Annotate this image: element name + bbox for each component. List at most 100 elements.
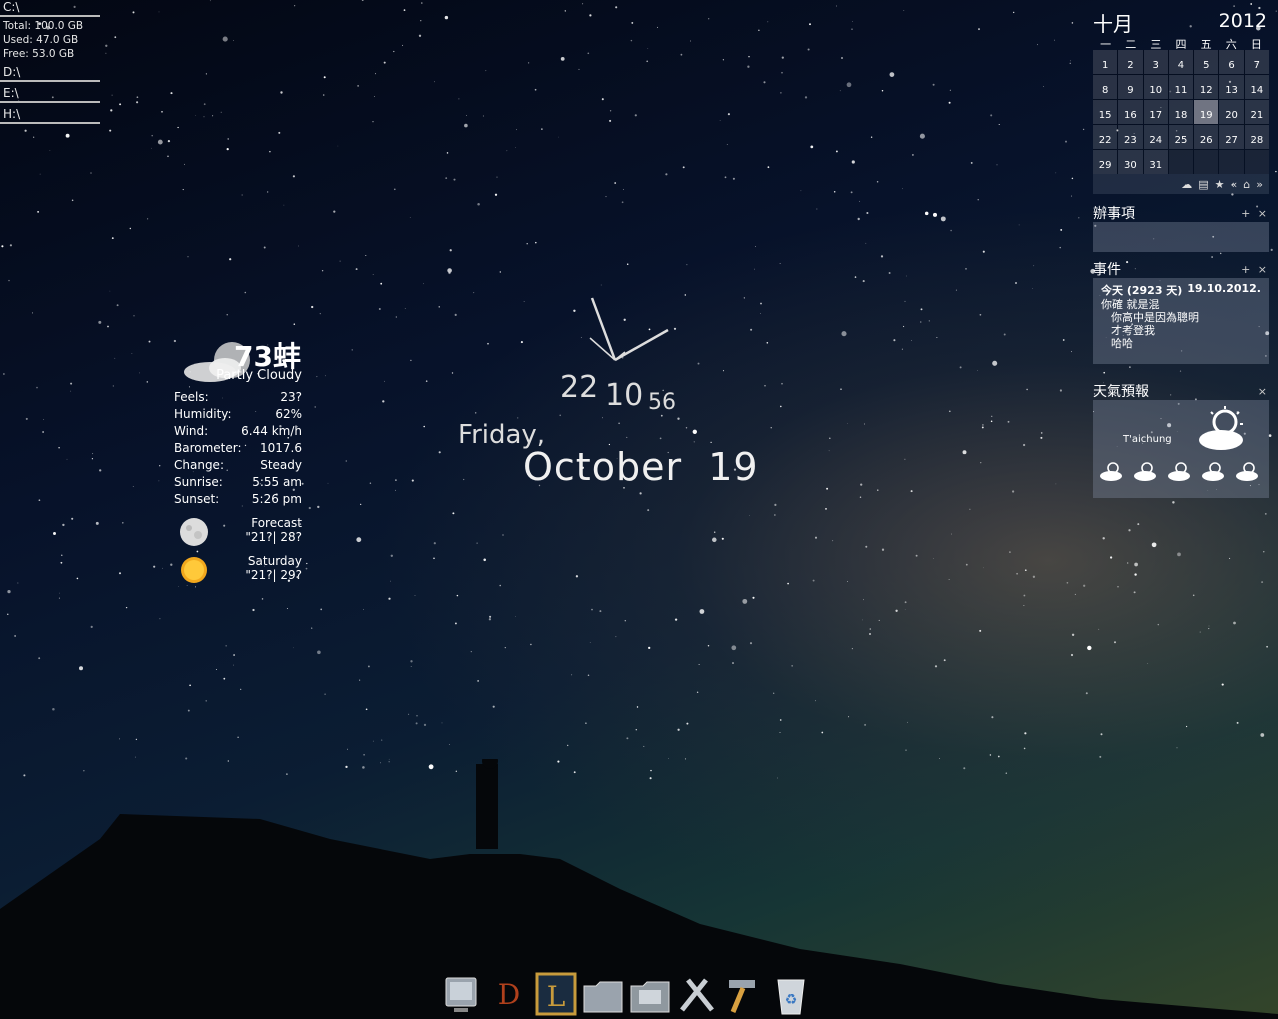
weather-row: Humidity: 62%	[174, 407, 302, 424]
weather-value: Steady	[260, 458, 302, 472]
forecast-panel: 天氣預報 × T'aichung	[1093, 382, 1269, 498]
calendar-tool-icon[interactable]: »	[1256, 178, 1263, 191]
calendar-day[interactable]: 1	[1093, 50, 1118, 74]
folder-icon[interactable]	[581, 971, 624, 1017]
drive-letter: C:\	[3, 0, 20, 14]
calendar-day[interactable]: 8	[1093, 75, 1118, 99]
calendar-day[interactable]: 21	[1244, 100, 1269, 124]
calendar-weekday: 三	[1150, 38, 1162, 51]
calendar-weekday: 六	[1225, 38, 1237, 51]
drive-stat: Free: 53.0 GB	[3, 48, 75, 60]
drive-0: C:\ Total: 100.0 GB Used: 47.0 GB Free: 53.…	[0, 0, 100, 61]
todo-body[interactable]	[1093, 222, 1269, 252]
calendar-day[interactable]: 4	[1168, 50, 1194, 74]
tools-icon[interactable]	[675, 971, 718, 1017]
event-today: 今天 (2923 天)	[1101, 284, 1183, 297]
calendar-tool-icon[interactable]: ★	[1215, 178, 1225, 191]
weather-label: Wind:	[174, 424, 209, 438]
monitor-icon[interactable]	[440, 971, 483, 1017]
calendar-day[interactable]: 9	[1118, 75, 1143, 99]
calendar-day[interactable]: 15	[1093, 100, 1118, 124]
weather-row: Barometer: 1017.6	[174, 441, 302, 458]
calendar-day[interactable]: 11	[1168, 75, 1194, 99]
calendar-day[interactable]: 12	[1194, 75, 1219, 99]
pictures-folder-icon[interactable]	[628, 971, 671, 1017]
diablo-icon[interactable]: D	[487, 971, 530, 1017]
events-title: 事件	[1093, 262, 1121, 278]
calendar-weekday: 四	[1175, 38, 1187, 51]
calendar-tool-icon[interactable]: «	[1231, 178, 1238, 191]
partly-cloudy-mini-icon	[1201, 460, 1226, 486]
forecast-controls[interactable]: ×	[1258, 385, 1269, 398]
partly-cloudy-mini-icon	[1099, 460, 1124, 486]
calendar-tool-icon[interactable]: ▤	[1198, 178, 1208, 191]
calendar-day[interactable]: 26	[1194, 125, 1219, 149]
calendar-day[interactable]: 29	[1093, 150, 1118, 174]
calendar-day[interactable]: 27	[1219, 125, 1244, 149]
svg-text:L: L	[546, 980, 565, 1013]
drive-letter: H:\	[3, 107, 21, 121]
calendar-day[interactable]: 7	[1244, 50, 1269, 74]
weather-value: 6.44 km/h	[241, 424, 302, 438]
drive-stat: Total: 100.0 GB	[3, 20, 84, 32]
drive-letter: D:\	[3, 65, 21, 79]
todo-controls[interactable]: + ×	[1241, 207, 1269, 220]
calendar-month: 十月	[1093, 12, 1133, 36]
calendar-day[interactable]: 20	[1219, 100, 1244, 124]
calendar-day[interactable]: 22	[1093, 125, 1118, 149]
todo-panel: 辦事項 + ×	[1093, 204, 1269, 252]
calendar-weekday: 一	[1100, 38, 1112, 51]
drive-usage-bar	[0, 15, 100, 17]
todo-title: 辦事項	[1093, 206, 1135, 222]
forecast-saturday: Saturday "21?| 29?	[174, 554, 302, 588]
calendar-day[interactable]: 16	[1118, 100, 1143, 124]
forecast-city: T'aichung	[1123, 434, 1172, 445]
application-dock: D L ♻	[440, 965, 812, 1017]
calendar-day[interactable]: 5	[1194, 50, 1219, 74]
calendar-grid: 1 2 3 4 5 6 7 8 9 10 11 12 13 14 15 16 17 18 19 20 21 22 23 24 2…	[1093, 50, 1269, 174]
calendar-day[interactable]: 30	[1118, 150, 1143, 174]
drive-meter: C:\ Total: 100.0 GB Used: 47.0 GB Free: 53.…	[0, 0, 100, 128]
league-icon[interactable]: L	[534, 971, 577, 1017]
calendar-toolbar: ☁ ▤ ★ « ⌂ »	[1093, 174, 1269, 194]
analog-clock	[589, 297, 669, 362]
events-controls[interactable]: + ×	[1241, 263, 1269, 276]
calendar-day[interactable]: 28	[1244, 125, 1269, 149]
clock-hour: 22	[560, 370, 599, 405]
weather-row: Change: Steady	[174, 458, 302, 475]
forecast-today: Forecast "21?| 28?	[174, 516, 302, 550]
event-line: 才考登我	[1111, 324, 1155, 337]
drive-2: E:\	[0, 86, 100, 103]
weather-label: Humidity:	[174, 407, 232, 421]
calendar-day[interactable]: 14	[1244, 75, 1269, 99]
drive-3: H:\	[0, 107, 100, 124]
calendar-day[interactable]: 17	[1143, 100, 1168, 124]
weather-value: 62%	[275, 407, 302, 421]
calendar-day[interactable]: 2	[1118, 50, 1143, 74]
calendar-day[interactable]: 19	[1194, 100, 1219, 124]
date-month-day: October 19	[523, 445, 759, 489]
calendar-day[interactable]: 10	[1143, 75, 1168, 99]
weather-row: Feels: 23?	[174, 390, 302, 407]
calendar-day[interactable]: 31	[1143, 150, 1168, 174]
forecast-temps: "21?| 28?	[245, 530, 302, 544]
calendar-day[interactable]: 25	[1168, 125, 1194, 149]
calendar-day[interactable]: 3	[1143, 50, 1168, 74]
calendar-tool-icon[interactable]: ☁	[1181, 178, 1192, 191]
recycle-bin-icon[interactable]: ♻	[769, 971, 812, 1017]
calendar-day[interactable]: 23	[1118, 125, 1143, 149]
calendar-day[interactable]: 24	[1143, 125, 1168, 149]
weather-row: Sunrise: 5:55 am	[174, 475, 302, 492]
forecast-temps: "21?| 29?	[245, 568, 302, 582]
calendar-day[interactable]: 18	[1168, 100, 1194, 124]
calendar-day[interactable]: 13	[1219, 75, 1244, 99]
weather-value: 5:55 am	[252, 475, 302, 489]
drive-stat: Used: 47.0 GB	[3, 34, 79, 46]
weather-value: 23?	[280, 390, 302, 404]
svg-text:D: D	[497, 978, 519, 1011]
forecast-day: Saturday	[247, 554, 302, 568]
hammer-icon[interactable]	[722, 971, 765, 1017]
calendar-tool-icon[interactable]: ⌂	[1243, 178, 1250, 191]
calendar-day[interactable]: 6	[1219, 50, 1244, 74]
weather-details: Feels: 23? Humidity: 62% Wind: 6.44 km/h Barom…	[174, 390, 302, 509]
